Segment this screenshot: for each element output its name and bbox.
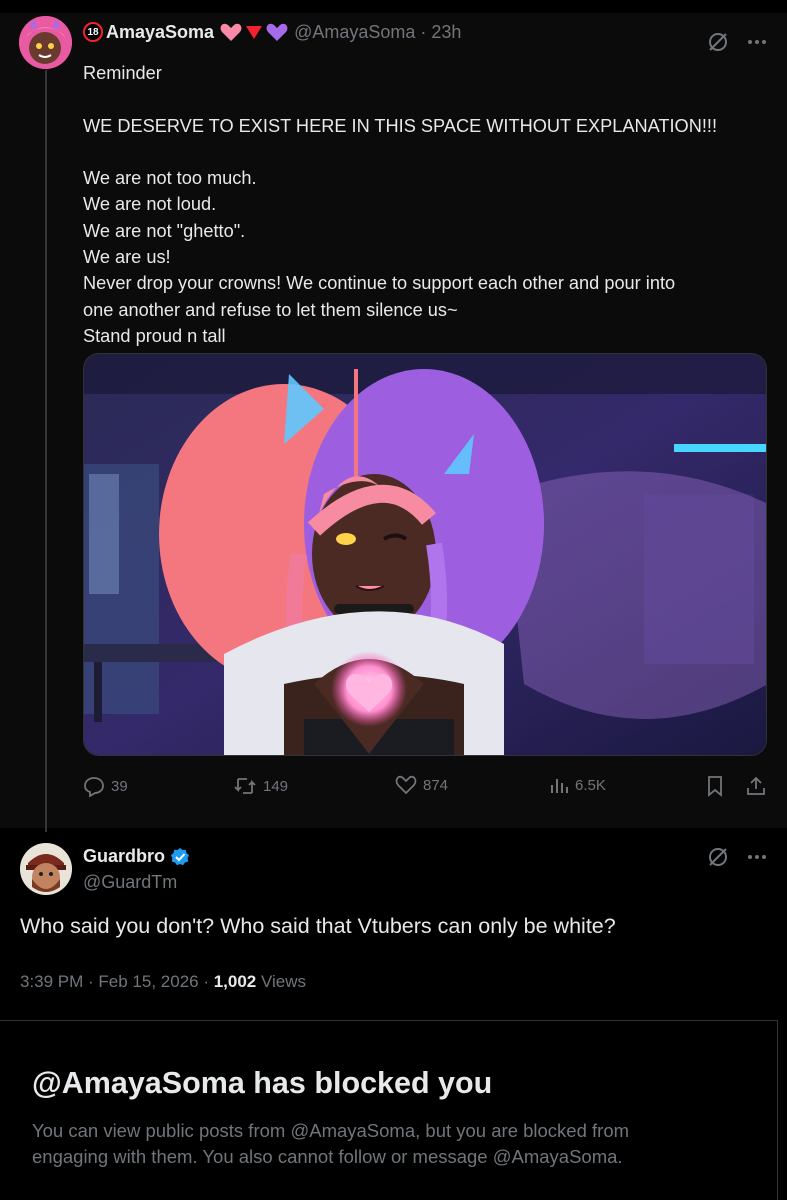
like-button[interactable]: 874: [395, 775, 448, 795]
reply-top-actions: [707, 846, 767, 868]
post-display-name[interactable]: AmayaSoma: [106, 22, 214, 43]
reply-display-name[interactable]: Guardbro: [83, 846, 165, 867]
post-media-image[interactable]: [83, 353, 767, 756]
reply-handle[interactable]: @GuardTm: [83, 872, 177, 893]
post-time[interactable]: · 23h: [420, 22, 461, 43]
blocked-notice-divider: [0, 1020, 778, 1021]
post-action-bar: 39 149 874 6.5K: [83, 775, 773, 799]
reply-body: Who said you don't? Who said that Vtuber…: [20, 914, 616, 938]
view-count: 6.5K: [575, 776, 606, 794]
blocked-notice-title: @AmayaSoma has blocked you: [32, 1066, 493, 1100]
share-icon: [747, 776, 765, 795]
analytics-icon: [551, 779, 568, 793]
post-line: We are not too much.: [83, 168, 257, 189]
post-line: one another and refuse to let them silen…: [83, 299, 458, 320]
reply-views-count: 1,002: [213, 972, 257, 991]
post-line: We are us!: [83, 247, 171, 268]
avatar[interactable]: [19, 16, 72, 69]
reply-metadata: 3:39 PM · Feb 15, 2026 · 1,002 Views: [20, 972, 306, 992]
blocked-notice-line: engaging with them. You also cannot foll…: [32, 1146, 623, 1167]
grok-icon[interactable]: [707, 31, 729, 53]
amaya-avatar-icon: [19, 16, 72, 69]
share-button[interactable]: [745, 775, 767, 797]
guardbro-avatar-icon: [20, 843, 72, 895]
red-triangle-down-icon: [246, 26, 263, 39]
like-count: 874: [423, 776, 449, 794]
verified-badge-icon: [171, 847, 190, 865]
grok-icon[interactable]: [707, 846, 729, 868]
post-author-row: 18 AmayaSoma @AmayaSoma · 23h: [83, 20, 461, 44]
age-18-badge-icon: 18: [83, 22, 103, 42]
post-line: Reminder: [83, 63, 162, 83]
pink-heart-icon: [220, 23, 242, 41]
vtuber-avatar-image-icon: [84, 354, 766, 755]
reply-icon: [84, 777, 104, 797]
post-line: We are not "ghetto".: [83, 220, 246, 241]
blocked-notice-line: You can view public posts from @AmayaSom…: [32, 1120, 630, 1141]
avatar[interactable]: [20, 843, 72, 895]
post-line: Stand proud n tall: [83, 325, 226, 346]
post-line: WE DESERVE TO EXIST HERE IN THIS SPACE W…: [83, 115, 718, 136]
post-line: Never drop your crowns! We continue to s…: [83, 273, 676, 294]
post-top-actions: [707, 31, 767, 53]
more-options-icon[interactable]: [747, 854, 767, 860]
post-body: Reminder WE DESERVE TO EXIST HERE IN THI…: [83, 60, 773, 349]
reply-count: 39: [111, 777, 128, 795]
bookmark-button[interactable]: [705, 775, 725, 797]
reply-views-label: Views: [256, 972, 307, 991]
more-options-icon[interactable]: [747, 39, 767, 45]
thread-connector-line: [45, 70, 47, 832]
name-emojis: [220, 22, 288, 42]
post-line: We are not loud.: [83, 194, 217, 215]
purple-heart-icon: [266, 23, 288, 41]
repost-button[interactable]: 149: [233, 775, 288, 797]
heart-icon: [395, 775, 417, 795]
bookmark-icon: [708, 776, 722, 797]
blocked-notice-body: You can view public posts from @AmayaSom…: [32, 1118, 732, 1170]
reply-button[interactable]: 39: [83, 775, 128, 797]
views-button[interactable]: 6.5K: [549, 775, 606, 795]
reply-timestamp[interactable]: 3:39 PM · Feb 15, 2026 ·: [20, 972, 214, 991]
post-handle[interactable]: @AmayaSoma: [294, 22, 415, 43]
repost-icon: [234, 778, 256, 794]
repost-count: 149: [263, 777, 289, 795]
blocked-notice-border: [777, 1020, 778, 1200]
reply-author-row: Guardbro: [83, 846, 190, 867]
